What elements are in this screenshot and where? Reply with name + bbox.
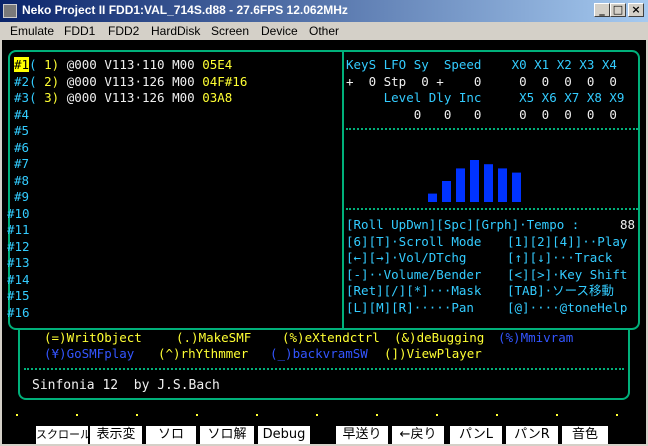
fkey-debug[interactable]: Debug (258, 426, 310, 444)
channel-id: #2 (14, 73, 30, 89)
help-key: [Ret][/][*]···Mask (346, 283, 482, 298)
spectrum-bar (428, 193, 437, 202)
fkey-pan-right[interactable]: パンR (506, 426, 558, 444)
channel-id: #1 (14, 57, 30, 72)
song-separator (24, 368, 624, 370)
panel-divider (342, 52, 344, 328)
param-labels-2: Level Dly Inc X5 X6 X7 X8 X9 (346, 90, 625, 105)
channel-id: #3 (14, 90, 30, 105)
panel-separator (346, 128, 638, 130)
tempo-value: 88 (620, 217, 636, 232)
spectrum-bar (456, 168, 465, 202)
help-key: [@]····@toneHelp (507, 299, 628, 315)
channel-row[interactable]: #13 (7, 255, 30, 272)
menu-fdd2[interactable]: FDD2 (108, 24, 139, 38)
cmd-make-smf[interactable]: (.)MakeSMF (176, 330, 251, 347)
spectrum-bar (498, 168, 507, 202)
help-key: [L][M][R]·····Pan (346, 299, 474, 315)
help-key: [←][→]·Vol/DTchg (346, 250, 467, 265)
menu-bar: Emulate FDD1 FDD2 HardDisk Screen Device… (0, 22, 648, 40)
cmd-write-object[interactable]: (=)WritObject (44, 330, 142, 347)
close-button[interactable]: × (628, 3, 644, 17)
channel-row[interactable]: #11 (7, 222, 30, 239)
cmd-debugging[interactable]: (&)deBugging (394, 330, 484, 347)
cmd-mmivram[interactable]: (%)Mmivram (498, 330, 573, 347)
cmd-view-player[interactable]: (])ViewPlayer (384, 346, 482, 363)
help-key: [6][T]·Scroll Mode (346, 233, 482, 249)
help-key: [<][>]·Key Shift (507, 266, 628, 282)
spectrum-bar (512, 172, 521, 202)
help-key: [1][2][4]]··Play (507, 233, 628, 249)
fkey-pan-left[interactable]: パンL (450, 426, 502, 444)
param-labels-1: KeyS LFO Sy Speed X0 X1 X2 X3 X4 (346, 57, 617, 72)
spectrum-bar (442, 181, 451, 202)
channel-row[interactable]: #5 (14, 123, 29, 140)
param-values-1: + 0 Stp 0 + 0 0 0 0 0 0 (346, 73, 617, 89)
song-title: Sinfonia 12 by J.S.Bach (32, 378, 220, 393)
menu-emulate[interactable]: Emulate (10, 24, 54, 38)
channel-row[interactable]: #7 (14, 156, 29, 173)
spectrum-display (428, 160, 521, 202)
menu-screen[interactable]: Screen (211, 24, 249, 38)
fkey-display-change[interactable]: 表示変 (90, 426, 142, 444)
emulator-screen[interactable]: #1( 1) @000 V113·110 M00 05E4 #2( 2) @00… (2, 40, 646, 444)
channel-row[interactable]: #3( 3) @000 V113·126 M00 03A8 (14, 90, 232, 107)
window-title: Neko Project II FDD1:VAL_714S.d88 - 27.6… (22, 3, 348, 17)
menu-device[interactable]: Device (261, 24, 298, 38)
param-values-2: 0 0 0 0 0 0 0 0 (346, 106, 617, 122)
fkey-scroll[interactable]: スクロール (36, 426, 88, 444)
channel-row[interactable]: #10 (7, 206, 30, 223)
cmd-rhythmmer[interactable]: (^)rhYthmmer (158, 346, 248, 363)
help-key: [TAB]·ソース移動 (507, 283, 615, 298)
fkey-solo[interactable]: ソロ (146, 426, 196, 444)
channel-row[interactable]: #4 (14, 107, 29, 124)
spectrum-bar (484, 164, 493, 202)
fkey-fast-forward[interactable]: 早送り (336, 426, 388, 444)
help-key: [-]··Volume/Bender (346, 266, 482, 282)
help-separator (346, 208, 638, 210)
fkey-solo-release[interactable]: ソロ解 (200, 426, 254, 444)
app-icon[interactable] (3, 4, 17, 18)
channel-row[interactable]: #15 (7, 288, 30, 305)
channel-row[interactable]: #16 (7, 305, 30, 322)
spectrum-bar (470, 160, 479, 202)
help-key: [↑][↓]···Track (507, 250, 613, 265)
channel-row[interactable]: #6 (14, 140, 29, 157)
channel-row[interactable]: #8 (14, 173, 29, 190)
cmd-backvram-sw[interactable]: (_)backvramSW (270, 346, 368, 363)
channel-row[interactable]: #14 (7, 272, 30, 289)
minimize-button[interactable]: _ (594, 3, 610, 17)
cmd-go-smf-play[interactable]: (¥)GoSMFplay (44, 346, 134, 363)
title-bar[interactable]: Neko Project II FDD1:VAL_714S.d88 - 27.6… (0, 0, 648, 22)
menu-other[interactable]: Other (309, 24, 339, 38)
channel-row[interactable]: #12 (7, 239, 30, 256)
cmd-extend-ctrl[interactable]: (%)eXtendctrl (282, 330, 380, 347)
menu-harddisk[interactable]: HardDisk (151, 24, 200, 38)
channel-row[interactable]: #2( 2) @000 V113·126 M00 04F#16 (14, 74, 247, 91)
menu-fdd1[interactable]: FDD1 (64, 24, 95, 38)
maximize-button[interactable]: □ (610, 3, 626, 17)
help-key: [Roll UpDwn][Spc][Grph]·Tempo : (346, 217, 580, 232)
channel-row[interactable]: #9 (14, 189, 29, 206)
channel-row[interactable]: #1( 1) @000 V113·110 M00 05E4 (14, 57, 232, 74)
fkey-rewind[interactable]: ←戻り (392, 426, 444, 444)
fkey-tone[interactable]: 音色 (562, 426, 608, 444)
